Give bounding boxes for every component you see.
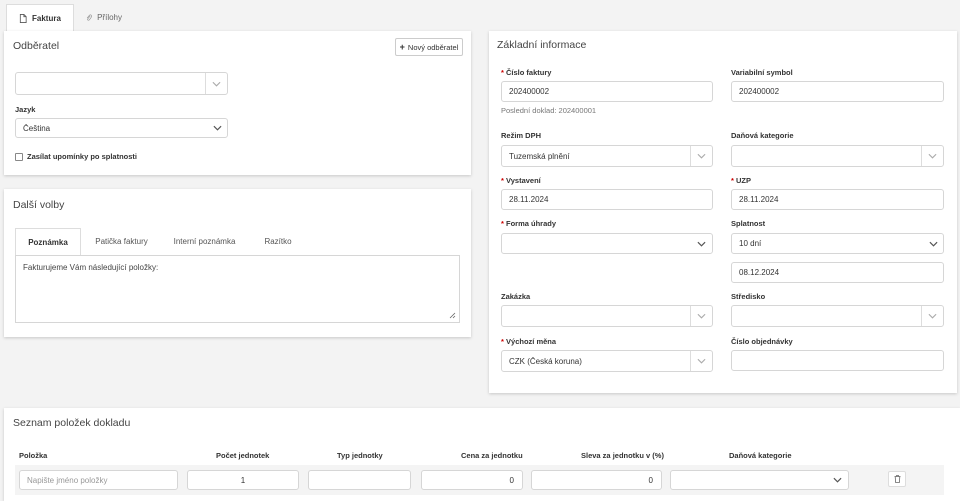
chevron-down-icon — [921, 306, 943, 326]
trash-icon — [894, 475, 900, 483]
tab-poznamka[interactable]: Poznámka — [15, 228, 81, 255]
tab-prilohy[interactable]: Přílohy — [74, 4, 134, 31]
tab-faktura[interactable]: Faktura — [6, 4, 74, 31]
issued-field[interactable]: 28.11.2024 — [501, 189, 713, 210]
language-value: Čeština — [23, 123, 51, 133]
due-value: 10 dní — [739, 239, 762, 248]
chevron-down-icon — [833, 477, 842, 483]
chevron-down-icon — [690, 306, 712, 326]
purchase-order-label: Číslo objednávky — [731, 337, 793, 346]
chevron-down-icon — [697, 241, 706, 247]
vat-mode-select[interactable]: Tuzemská plnění — [501, 145, 713, 167]
items-title: Seznam položek dokladu — [13, 417, 131, 429]
item-discount-value: 0 — [648, 475, 653, 485]
item-name-input[interactable]: Napište jméno položky — [19, 470, 178, 490]
customer-panel: Odběratel + Nový odběratel Jazyk Čeština… — [4, 31, 471, 175]
uzp-field[interactable]: 28.11.2024 — [731, 189, 944, 210]
new-customer-button[interactable]: + Nový odběratel — [395, 38, 463, 56]
tax-category-select[interactable] — [731, 145, 944, 167]
col-sleva: Sleva za jednotku v (%) — [581, 451, 664, 460]
col-polozka: Položka — [19, 451, 48, 460]
invoice-number-label: * Číslo faktury — [501, 68, 552, 77]
currency-select[interactable]: CZK (Česká koruna) — [501, 350, 713, 372]
var-symbol-value: 202400002 — [739, 87, 780, 96]
chevron-down-icon — [205, 73, 227, 94]
order-select[interactable] — [501, 305, 713, 327]
payment-label: * Forma úhrady — [501, 219, 557, 228]
invoice-number-value: 202400002 — [509, 87, 550, 96]
uzp-label: * UZP — [731, 176, 752, 185]
item-unit-input[interactable] — [308, 470, 411, 490]
tab-prilohy-label: Přílohy — [97, 13, 122, 22]
invoice-number-field[interactable]: 202400002 — [501, 81, 713, 102]
chevron-down-icon — [921, 146, 943, 166]
chevron-down-icon — [690, 146, 712, 166]
due-select[interactable]: 10 dní — [731, 233, 944, 254]
plus-icon: + — [399, 42, 405, 52]
language-select[interactable]: Čeština — [15, 118, 228, 138]
item-discount-input[interactable]: 0 — [531, 470, 662, 490]
purchase-order-field[interactable] — [731, 350, 944, 371]
payment-select[interactable] — [501, 233, 713, 254]
item-name-placeholder: Napište jméno položky — [27, 475, 108, 485]
currency-label: * Výchozí měna — [501, 337, 557, 346]
options-panel: Další volby Poznámka Patička faktury Int… — [4, 189, 471, 337]
basic-info-panel: Základní informace * Číslo faktury 20240… — [489, 31, 957, 393]
language-label: Jazyk — [15, 105, 36, 114]
order-label: Zakázka — [501, 292, 531, 301]
issued-label: * Vystavení — [501, 176, 541, 185]
note-text: Fakturujeme Vám následující položky: — [23, 263, 159, 272]
last-document-hint: Poslední doklad: 202400001 — [501, 106, 597, 115]
vat-mode-value: Tuzemská plnění — [509, 151, 570, 161]
items-panel: Seznam položek dokladu Položka Počet jed… — [4, 408, 960, 501]
options-title: Další volby — [13, 199, 65, 211]
reminder-checkbox-label: Zasílat upomínky po splatnosti — [27, 152, 138, 161]
note-textarea[interactable]: Fakturujeme Vám následující položky: — [15, 255, 460, 323]
vat-mode-label: Režim DPH — [501, 131, 542, 140]
top-tabs: Faktura Přílohy — [0, 0, 960, 31]
due-date-field[interactable]: 08.12.2024 — [731, 262, 944, 283]
resize-handle-icon[interactable] — [449, 312, 456, 319]
col-dan: Daňová kategorie — [729, 451, 792, 460]
due-label: Splatnost — [731, 219, 766, 228]
item-price-value: 0 — [509, 475, 514, 485]
currency-value: CZK (Česká koruna) — [509, 356, 582, 366]
center-select[interactable] — [731, 305, 944, 327]
due-date-value: 08.12.2024 — [739, 268, 780, 277]
tab-paticka[interactable]: Patička faktury — [88, 228, 155, 255]
item-quantity-input[interactable]: 1 — [187, 470, 299, 490]
delete-row-button[interactable] — [888, 471, 906, 487]
tab-interni-poznamka[interactable]: Interní poznámka — [168, 228, 241, 255]
document-icon — [19, 13, 27, 23]
chevron-down-icon — [213, 125, 222, 131]
var-symbol-field[interactable]: 202400002 — [731, 81, 944, 102]
chevron-down-icon — [929, 241, 938, 247]
reminder-checkbox[interactable] — [15, 153, 23, 161]
center-label: Středisko — [731, 292, 766, 301]
issued-value: 28.11.2024 — [509, 195, 549, 204]
item-tax-select[interactable] — [670, 470, 849, 490]
chevron-down-icon — [690, 351, 712, 371]
col-pocet: Počet jednotek — [216, 451, 270, 460]
customer-title: Odběratel — [13, 40, 60, 52]
item-quantity-value: 1 — [240, 475, 246, 485]
var-symbol-label: Variabilní symbol — [731, 68, 793, 77]
new-customer-label: Nový odběratel — [407, 42, 459, 52]
tax-category-label: Daňová kategorie — [731, 131, 794, 140]
customer-select[interactable] — [15, 72, 228, 95]
tab-razitko[interactable]: Razítko — [258, 228, 298, 255]
tab-faktura-label: Faktura — [32, 13, 61, 23]
basic-info-title: Základní informace — [497, 39, 587, 51]
col-cena: Cena za jednotku — [461, 451, 523, 460]
item-price-input[interactable]: 0 — [421, 470, 523, 490]
uzp-value: 28.11.2024 — [739, 195, 779, 204]
col-typ: Typ jednotky — [337, 451, 383, 460]
paperclip-icon — [86, 14, 92, 21]
